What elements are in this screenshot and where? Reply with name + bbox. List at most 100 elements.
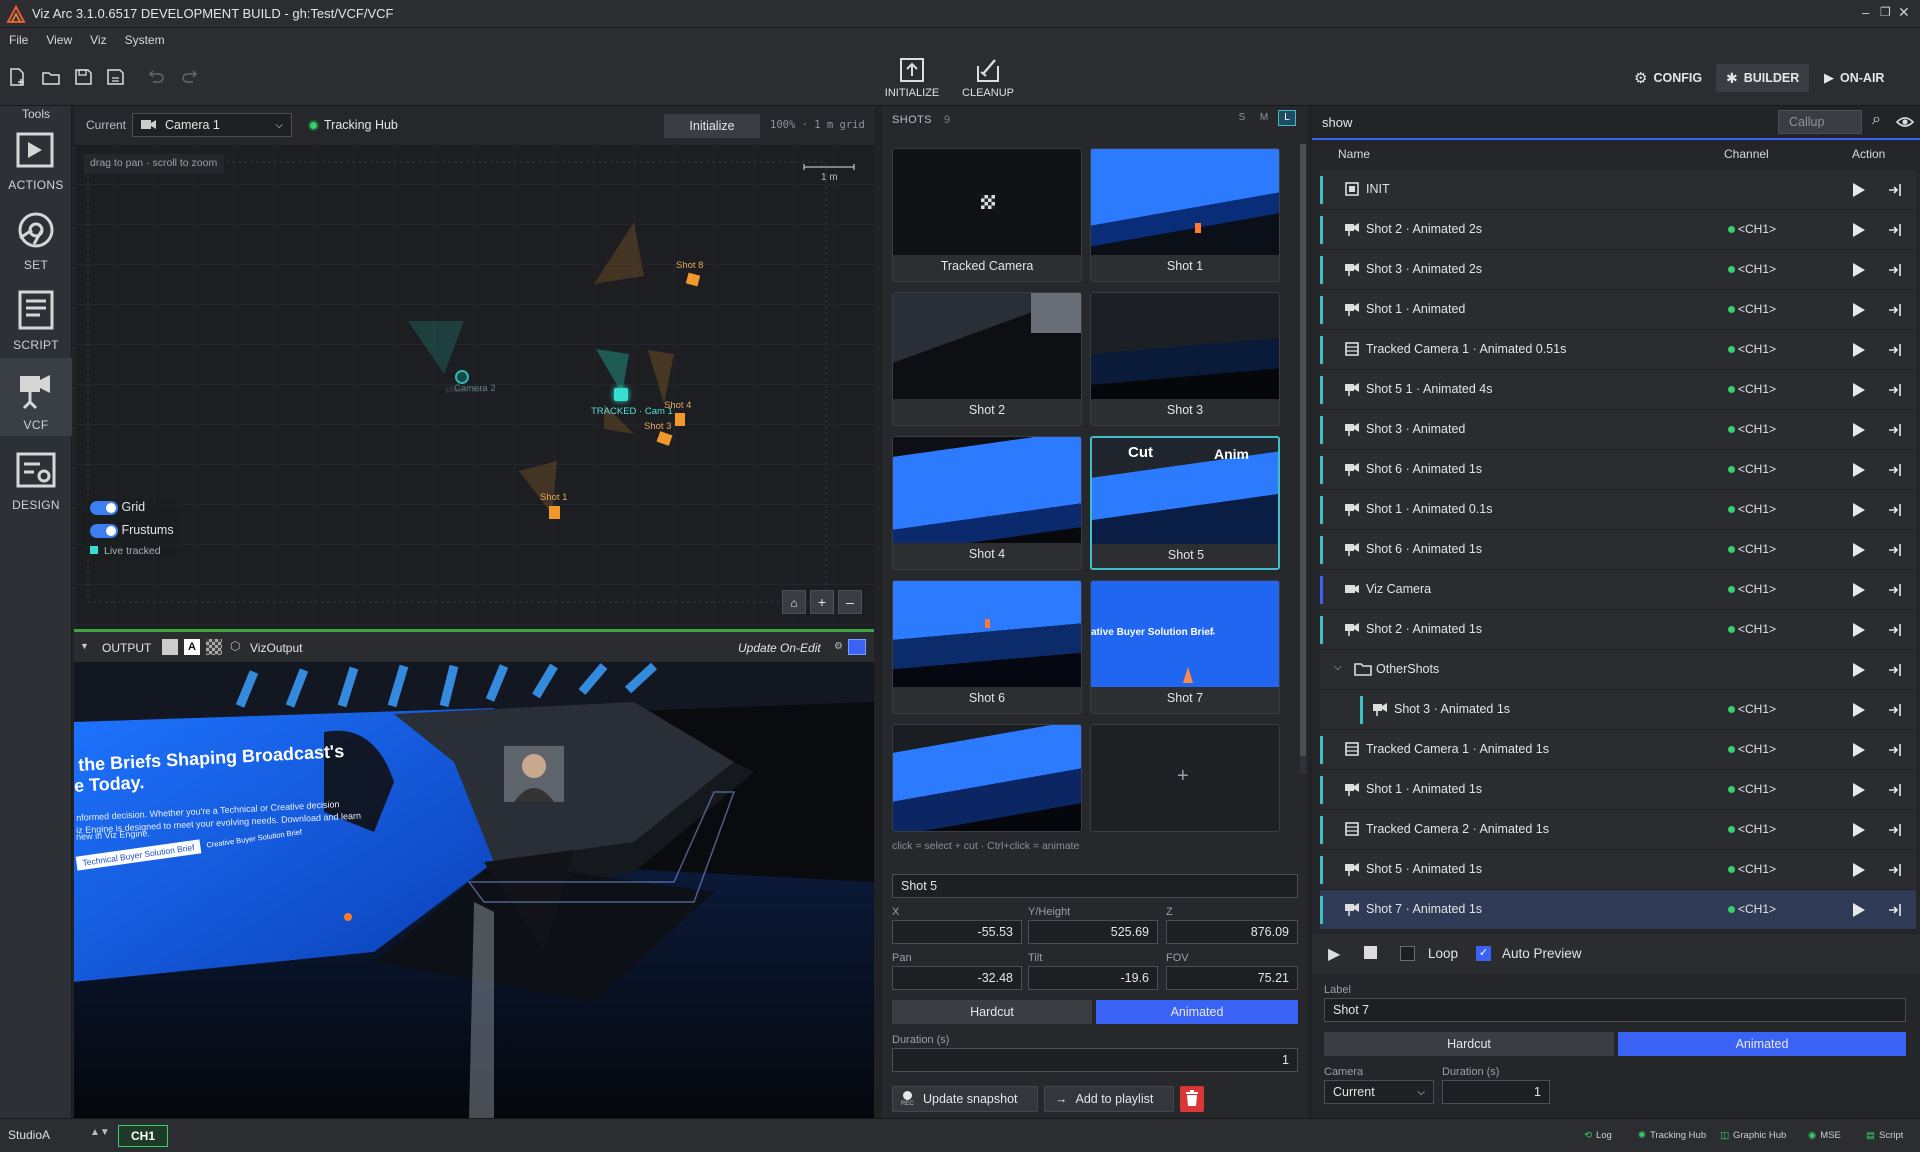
chevron-down-icon[interactable]: ⌵	[1334, 662, 1342, 673]
row-next-icon[interactable]	[1888, 662, 1904, 678]
tool-vcf[interactable]: VCF	[0, 358, 72, 436]
row-play-icon[interactable]	[1852, 422, 1866, 438]
camera-marker-cam2[interactable]	[455, 370, 469, 384]
cleanup-button[interactable]: CLEANUP	[954, 56, 1022, 106]
save-icon[interactable]	[72, 66, 94, 88]
tool-actions[interactable]: ACTIONS	[0, 118, 72, 196]
menu-file[interactable]: File	[0, 28, 37, 47]
profile-name[interactable]: StudioA	[8, 1128, 50, 1142]
animated-button[interactable]: Animated	[1096, 1000, 1298, 1024]
settings-small-icon[interactable]: ⚙	[834, 641, 843, 652]
grid-toggle[interactable]	[90, 500, 118, 515]
row-camera-select[interactable]: Current ⌵	[1324, 1080, 1434, 1104]
menu-viz[interactable]: Viz	[81, 28, 115, 47]
menu-view[interactable]: View	[37, 28, 81, 47]
undo-icon[interactable]	[144, 66, 166, 88]
status-script[interactable]: ▤ Script	[1866, 1130, 1903, 1141]
menu-system[interactable]: System	[116, 28, 174, 47]
row-play-icon[interactable]	[1852, 342, 1866, 358]
col-name-header[interactable]: Name	[1338, 147, 1370, 161]
duration-input[interactable]: 1	[892, 1048, 1298, 1072]
playlist-row[interactable]: Shot 5 1 · Animated 4s <CH1>	[1320, 370, 1916, 410]
zoom-in-button[interactable]: +	[810, 590, 834, 614]
row-next-icon[interactable]	[1888, 782, 1904, 798]
row-next-icon[interactable]	[1888, 462, 1904, 478]
camera-marker-shot1[interactable]	[549, 506, 560, 519]
row-play-icon[interactable]	[1852, 822, 1866, 838]
size-medium-button[interactable]: M	[1256, 110, 1272, 126]
add-shot-tile[interactable]: +	[1090, 724, 1280, 832]
zoom-out-button[interactable]: –	[838, 590, 862, 614]
playlist-row[interactable]: Shot 1 · Animated 1s <CH1>	[1320, 770, 1916, 810]
row-play-icon[interactable]	[1852, 742, 1866, 758]
y-input[interactable]: 525.69	[1028, 920, 1158, 944]
row-channel[interactable]: <CH1>	[1738, 222, 1776, 236]
row-play-icon[interactable]	[1852, 462, 1866, 478]
playlist-row[interactable]: Shot 5 · Animated 1s <CH1>	[1320, 850, 1916, 890]
builder-button[interactable]: ✱ BUILDER	[1716, 64, 1810, 92]
row-channel[interactable]: <CH1>	[1738, 622, 1776, 636]
row-channel[interactable]: <CH1>	[1738, 822, 1776, 836]
camera-marker-shot4[interactable]	[675, 413, 685, 426]
row-next-icon[interactable]	[1888, 262, 1904, 278]
row-play-icon[interactable]	[1852, 782, 1866, 798]
frustums-toggle-row[interactable]: Frustums	[90, 523, 174, 538]
playlist-row[interactable]: Shot 2 · Animated 2s <CH1>	[1320, 210, 1916, 250]
callup-input[interactable]: Callup	[1778, 110, 1862, 134]
add-to-playlist-button[interactable]: → Add to playlist	[1044, 1086, 1174, 1112]
row-next-icon[interactable]	[1888, 742, 1904, 758]
row-play-icon[interactable]	[1852, 382, 1866, 398]
config-button[interactable]: ⚙ CONFIG	[1624, 64, 1712, 92]
frustums-toggle[interactable]	[90, 523, 118, 538]
row-animated-button[interactable]: Animated	[1618, 1032, 1906, 1056]
delete-shot-button[interactable]	[1180, 1086, 1204, 1112]
size-small-button[interactable]: S	[1234, 110, 1250, 126]
map-canvas[interactable]: drag to pan · scroll to zoom 1 m Shot 8 …	[74, 144, 874, 629]
row-channel[interactable]: <CH1>	[1738, 342, 1776, 356]
row-channel[interactable]: <CH1>	[1738, 542, 1776, 556]
row-play-icon[interactable]	[1852, 662, 1866, 678]
play-all-icon[interactable]: ▶	[1328, 944, 1340, 964]
row-next-icon[interactable]	[1888, 862, 1904, 878]
row-channel[interactable]: <CH1>	[1738, 382, 1776, 396]
shot-tile-shot3[interactable]: Shot 3	[1090, 292, 1280, 426]
row-channel[interactable]: <CH1>	[1738, 262, 1776, 276]
row-next-icon[interactable]	[1888, 902, 1904, 918]
split-view-icon[interactable]	[848, 639, 866, 655]
playlist-row[interactable]: Tracked Camera 2 · Animated 1s <CH1>	[1320, 810, 1916, 850]
row-next-icon[interactable]	[1888, 702, 1904, 718]
playlist-row[interactable]: Viz Camera <CH1>	[1320, 570, 1916, 610]
row-next-icon[interactable]	[1888, 502, 1904, 518]
initialize-button[interactable]: INITIALIZE	[878, 56, 946, 106]
tool-script[interactable]: SCRIPT	[0, 278, 72, 356]
onair-button[interactable]: ▶ ON-AIR	[1814, 64, 1894, 92]
row-next-icon[interactable]	[1888, 222, 1904, 238]
fov-input[interactable]: 75.21	[1166, 966, 1298, 990]
playlist-folder-row[interactable]: ⌵ OtherShots	[1320, 650, 1916, 690]
home-view-button[interactable]: ⌂	[782, 590, 806, 614]
status-log[interactable]: ⟲ Log	[1584, 1130, 1612, 1141]
playlist-row[interactable]: Shot 1 · Animated <CH1>	[1320, 290, 1916, 330]
playlist-row[interactable]: Shot 3 · Animated <CH1>	[1320, 410, 1916, 450]
playlist-row[interactable]: Tracked Camera 1 · Animated 0.51s <CH1>	[1320, 330, 1916, 370]
status-tracking-hub[interactable]: ✺ Tracking Hub	[1638, 1130, 1706, 1141]
update-snapshot-button[interactable]: REC Update snapshot	[892, 1086, 1038, 1112]
playlist-row[interactable]: Shot 1 · Animated 0.1s <CH1>	[1320, 490, 1916, 530]
collapse-triangle-icon[interactable]: ▼	[80, 641, 89, 651]
row-next-icon[interactable]	[1888, 542, 1904, 558]
row-play-icon[interactable]	[1852, 862, 1866, 878]
tool-set[interactable]: SET	[0, 198, 72, 276]
stop-icon[interactable]	[1364, 946, 1377, 959]
row-channel[interactable]: <CH1>	[1738, 782, 1776, 796]
playlist-row[interactable]: Tracked Camera 1 · Animated 1s <CH1>	[1320, 730, 1916, 770]
col-channel-header[interactable]: Channel	[1724, 147, 1769, 161]
close-window-button[interactable]: ✕	[1898, 4, 1910, 21]
shot-tile-shot2[interactable]: Shot 2	[892, 292, 1082, 426]
map-initialize-button[interactable]: Initialize	[664, 114, 760, 138]
z-input[interactable]: 876.09	[1166, 920, 1298, 944]
checker-mode-icon[interactable]	[206, 639, 222, 655]
row-channel[interactable]: <CH1>	[1738, 302, 1776, 316]
shot-tile-shot1[interactable]: Shot 1	[1090, 148, 1280, 282]
minimize-button[interactable]: –	[1862, 5, 1869, 20]
grid-toggle-row[interactable]: Grid	[90, 500, 145, 515]
